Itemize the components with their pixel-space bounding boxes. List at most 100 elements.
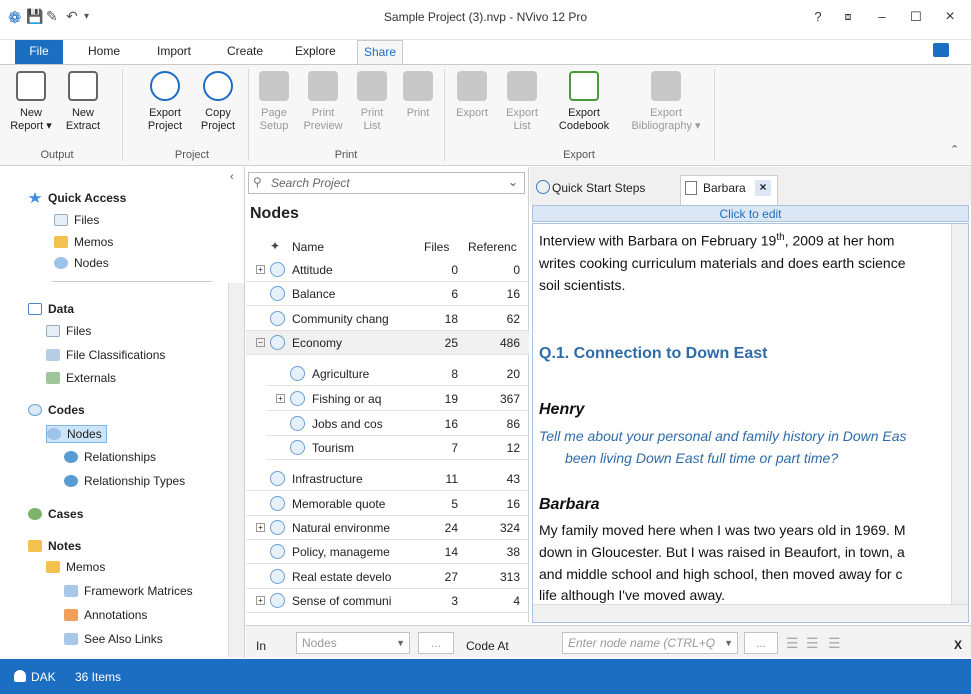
in-select[interactable]: Nodes ▼ bbox=[296, 632, 410, 654]
copy-project-button[interactable]: Copy Project bbox=[193, 71, 243, 133]
nav-see-also-links[interactable]: See Also Links bbox=[64, 632, 163, 646]
horizontal-scrollbar[interactable] bbox=[533, 604, 968, 622]
new-extract-button[interactable]: New Extract bbox=[58, 71, 108, 133]
table-row[interactable]: Agriculture 8 20 bbox=[266, 362, 529, 386]
page-setup-button[interactable]: Page Setup bbox=[254, 71, 294, 133]
search-input[interactable]: ⚲ Search Project ⌄ bbox=[248, 172, 525, 194]
table-row[interactable]: Real estate develo 27 313 bbox=[246, 565, 529, 589]
nav-data-file-classifications[interactable]: File Classifications bbox=[46, 348, 165, 362]
collapse-icon[interactable]: − bbox=[256, 338, 265, 347]
nav-notes-memos[interactable]: Memos bbox=[46, 560, 105, 574]
export-codebook-button[interactable]: Export Codebook bbox=[556, 71, 612, 133]
expand-icon[interactable]: + bbox=[256, 523, 265, 532]
new-report-button[interactable]: New Report ▾ bbox=[6, 71, 56, 133]
maximize-button[interactable]: ☐ bbox=[904, 6, 928, 28]
nav-qa-memos[interactable]: Memos bbox=[54, 235, 113, 249]
new-extract-label-2: Extract bbox=[65, 120, 101, 132]
nav-data[interactable]: Data bbox=[28, 302, 74, 316]
collapse-ribbon-icon[interactable]: ⌃ bbox=[950, 143, 959, 156]
browse-node-button[interactable]: ... bbox=[744, 632, 778, 654]
tab-explore[interactable]: Explore bbox=[295, 44, 336, 58]
print-list-button[interactable]: Print List bbox=[352, 71, 392, 133]
export-button[interactable]: Export bbox=[450, 71, 494, 120]
table-row[interactable]: + Natural environme 24 324 bbox=[246, 516, 529, 540]
feedback-icon[interactable] bbox=[933, 43, 949, 57]
export-project-label-2: Project bbox=[147, 120, 183, 132]
uncode-icon[interactable]: ☰ bbox=[806, 635, 819, 652]
pin-icon[interactable]: ✦ bbox=[270, 239, 280, 253]
help-button[interactable]: ? bbox=[806, 6, 830, 28]
export-label: Export bbox=[456, 107, 488, 119]
tab-home[interactable]: Home bbox=[88, 44, 120, 58]
nav-notes[interactable]: Notes bbox=[28, 539, 81, 553]
nav-scrollbar[interactable] bbox=[228, 283, 244, 657]
print-preview-button[interactable]: Print Preview bbox=[300, 71, 346, 133]
table-row[interactable]: Balance 6 16 bbox=[246, 282, 529, 306]
click-to-edit-bar[interactable]: Click to edit bbox=[532, 205, 969, 222]
column-name[interactable]: Name bbox=[292, 240, 324, 254]
close-tab-icon[interactable]: × bbox=[755, 180, 771, 196]
close-coding-bar-button[interactable]: X bbox=[954, 638, 962, 652]
ribbon-display-button[interactable]: ⧈ bbox=[836, 6, 860, 28]
table-row[interactable]: Community chang 18 62 bbox=[246, 307, 529, 331]
nav-codes[interactable]: Codes bbox=[28, 403, 85, 417]
expand-icon[interactable]: + bbox=[256, 596, 265, 605]
nav-qa-nodes[interactable]: Nodes bbox=[54, 256, 109, 270]
expand-icon[interactable]: + bbox=[256, 265, 265, 274]
table-row[interactable]: Policy, manageme 14 38 bbox=[246, 540, 529, 564]
table-row[interactable]: Memorable quote 5 16 bbox=[246, 492, 529, 516]
tab-share[interactable]: Share bbox=[357, 40, 403, 65]
vertical-scrollbar[interactable] bbox=[951, 224, 968, 604]
table-row[interactable]: − Economy 25 486 bbox=[246, 331, 529, 355]
code-icon[interactable]: ☰ bbox=[786, 635, 799, 652]
doc-line: Interview with Barbara on February 19th,… bbox=[539, 232, 895, 249]
tab-create[interactable]: Create bbox=[227, 44, 263, 58]
nav-data-files[interactable]: Files bbox=[46, 324, 91, 338]
nav-qa-files[interactable]: Files bbox=[54, 213, 99, 227]
table-row[interactable]: Infrastructure 11 43 bbox=[246, 467, 529, 491]
nav-data-externals[interactable]: Externals bbox=[46, 371, 116, 385]
node-files-count: 25 bbox=[444, 336, 458, 350]
nav-relationship-types[interactable]: Relationship Types bbox=[64, 474, 185, 488]
table-row[interactable]: Tourism 7 12 bbox=[266, 436, 529, 460]
tab-file[interactable]: File bbox=[15, 40, 63, 64]
minimize-button[interactable]: – bbox=[870, 6, 894, 28]
print-button[interactable]: Print bbox=[398, 71, 438, 120]
nav-codes-nodes[interactable]: Nodes bbox=[46, 425, 107, 443]
node-name-input[interactable]: Enter node name (CTRL+Q ▼ bbox=[562, 632, 738, 654]
export-bibliography-button[interactable]: Export Bibliography ▾ bbox=[624, 71, 708, 133]
table-row[interactable]: + Sense of communi 3 4 bbox=[246, 589, 529, 613]
nav-annotations[interactable]: Annotations bbox=[64, 608, 147, 622]
detail-tabs: Quick Start Steps Barbara × bbox=[530, 167, 971, 205]
node-name: Sense of communi bbox=[292, 594, 392, 608]
nav-annotations-label: Annotations bbox=[84, 608, 148, 622]
nav-qa-files-label: Files bbox=[74, 213, 100, 227]
tab-import[interactable]: Import bbox=[157, 44, 191, 58]
document-content[interactable]: Interview with Barbara on February 19th,… bbox=[532, 223, 969, 623]
nav-qa-nodes-label: Nodes bbox=[74, 256, 109, 270]
export-bibliography-label: Export bbox=[650, 107, 682, 119]
nav-quick-access[interactable]: Quick Access bbox=[28, 191, 126, 205]
collapse-pane-icon[interactable]: ‹ bbox=[230, 171, 234, 183]
column-files[interactable]: Files bbox=[424, 240, 449, 254]
navigation-pane: ‹ Quick Access Files Memos Nodes Data Fi… bbox=[0, 167, 245, 658]
tab-barbara[interactable]: Barbara × bbox=[680, 175, 778, 205]
expand-icon[interactable]: + bbox=[276, 394, 285, 403]
tab-quick-start[interactable]: Quick Start Steps bbox=[536, 178, 676, 200]
highlight-icon[interactable]: ☰ bbox=[828, 635, 841, 652]
node-name: Infrastructure bbox=[292, 472, 363, 486]
nav-relationships[interactable]: Relationships bbox=[64, 450, 156, 464]
node-name: Jobs and cos bbox=[312, 417, 383, 431]
nav-cases[interactable]: Cases bbox=[28, 507, 83, 521]
chevron-down-icon[interactable]: ⌄ bbox=[508, 175, 518, 189]
print-list-label-2: List bbox=[363, 120, 381, 132]
column-references[interactable]: Referenc bbox=[468, 240, 517, 254]
table-row[interactable]: + Attitude 0 0 bbox=[246, 258, 529, 282]
export-project-button[interactable]: Export Project bbox=[140, 71, 190, 133]
table-row[interactable]: Jobs and cos 16 86 bbox=[266, 412, 529, 436]
nav-framework-matrices[interactable]: Framework Matrices bbox=[64, 584, 193, 598]
table-row[interactable]: + Fishing or aq 19 367 bbox=[266, 387, 529, 411]
export-list-button[interactable]: Export List bbox=[500, 71, 544, 133]
close-button[interactable]: × bbox=[938, 6, 962, 28]
browse-button[interactable]: ... bbox=[418, 632, 454, 654]
